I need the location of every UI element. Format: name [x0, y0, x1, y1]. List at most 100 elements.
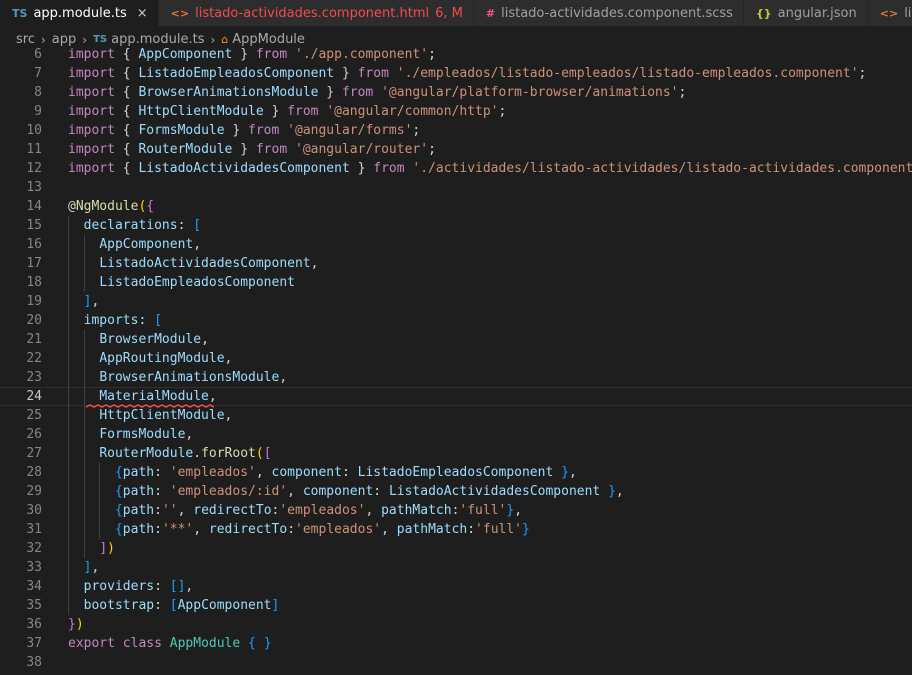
tab-0[interactable]: TS app.module.ts ×: [0, 0, 159, 26]
code-token: from: [248, 123, 288, 138]
code-line: 32 ]): [0, 539, 912, 558]
tab-problem-count: 6, M: [435, 5, 463, 21]
code-token: 'empleados': [279, 503, 366, 518]
code-token: [: [263, 446, 272, 461]
code-token: import: [68, 47, 123, 62]
code-token: ,: [255, 465, 272, 480]
line-number: 21: [26, 332, 42, 347]
line-number: 19: [26, 294, 42, 309]
code-token: bootstrap: [83, 598, 155, 613]
code-token: component: [302, 484, 374, 499]
code-token: HttpClientModule: [138, 104, 264, 119]
tab-3[interactable]: {} angular.json: [743, 0, 868, 26]
code-text: export class AppModule { }: [68, 634, 272, 653]
code-text: import { HttpClientModule } from '@angul…: [68, 102, 506, 121]
code-token: }: [232, 142, 256, 157]
code-token: ;: [858, 66, 867, 81]
code-line: 18 ListadoEmpleadosComponent: [0, 273, 912, 292]
code-token: :: [373, 484, 389, 499]
code-token: path: [122, 465, 155, 480]
code-token: AppComponent: [177, 598, 272, 613]
code-line: 10 import { FormsModule } from '@angular/…: [0, 121, 912, 140]
line-number: 30: [26, 503, 42, 518]
code-token: ,: [514, 503, 523, 518]
line-number: 33: [26, 560, 42, 575]
line-number: 28: [26, 465, 42, 480]
code-token: ,: [201, 332, 209, 347]
code-token: '@angular/forms': [287, 123, 413, 138]
code-token: {: [248, 636, 256, 651]
code-token: '': [161, 503, 178, 518]
code-line: 9 import { HttpClientModule } from '@angu…: [0, 102, 912, 121]
line-number: 25: [26, 408, 42, 423]
code-text: ],: [68, 292, 100, 311]
code-token: {: [146, 199, 155, 214]
code-token: BrowserModule: [99, 332, 202, 347]
code-token: AppComponent: [99, 237, 194, 252]
code-line: 6 import { AppComponent } from './app.com…: [0, 45, 912, 64]
code-line: 12 import { ListadoActividadesComponent }…: [0, 159, 912, 178]
tab-2[interactable]: # listado-actividades.component.scss: [473, 0, 744, 26]
code-token: import: [68, 66, 123, 81]
tab-1[interactable]: <> listado-actividades.component.html 6, M: [158, 0, 474, 26]
code-token: RouterModule: [99, 446, 194, 461]
code-line: 7 import { ListadoEmpleadosComponent } fr…: [0, 64, 912, 83]
line-number: 14: [26, 199, 42, 214]
code-line: 11 import { RouterModule } from '@angular…: [0, 140, 912, 159]
code-token: redirectTo: [193, 503, 272, 518]
code-text: FormsModule,: [68, 425, 193, 444]
code-token: ;: [428, 142, 436, 157]
code-editor[interactable]: 6 import { AppComponent } from './app.com…: [0, 45, 912, 675]
code-token: class: [122, 636, 170, 651]
close-icon[interactable]: ×: [137, 6, 148, 21]
code-token: ]: [271, 598, 280, 613]
code-token: @: [68, 199, 76, 214]
code-token: './empleados/listado-empleados/listado-e…: [396, 66, 859, 81]
code-line: 26 FormsModule,: [0, 425, 912, 444]
line-number: 23: [26, 370, 42, 385]
code-line: 17 ListadoActividadesComponent,: [0, 254, 912, 273]
line-number: 11: [26, 142, 42, 157]
code-text: bootstrap: [AppComponent]: [68, 596, 280, 615]
code-line: 8 import { BrowserAnimationsModule } from…: [0, 83, 912, 102]
line-number: 26: [26, 427, 42, 442]
code-token: {: [114, 484, 123, 499]
typescript-file-icon: TS: [12, 6, 28, 20]
code-token: 'empleados/:id': [169, 484, 288, 499]
line-number: 31: [26, 522, 42, 537]
error-squiggle[interactable]: [86, 403, 214, 409]
code-token: :: [287, 522, 296, 537]
code-token: export: [68, 636, 123, 651]
code-token: :: [154, 598, 170, 613]
code-text: {path:'**', redirectTo:'empleados', path…: [68, 520, 530, 539]
code-token: :: [154, 484, 170, 499]
code-token: :: [177, 218, 194, 233]
code-token: {: [122, 142, 139, 157]
code-token: AppRoutingModule: [99, 351, 225, 366]
code-token: ListadoEmpleadosComponent: [357, 465, 554, 480]
tab-4[interactable]: <> listado-e: [867, 0, 912, 26]
code-token: ListadoActividadesComponent: [138, 161, 350, 176]
code-text: RouterModule.forRoot([: [68, 444, 272, 463]
code-line: 21 BrowserModule,: [0, 330, 912, 349]
html-file-icon: <>: [879, 6, 899, 20]
code-line: 20 imports: [: [0, 311, 912, 330]
line-number: 13: [26, 180, 42, 195]
code-line: 30 {path:'', redirectTo:'empleados', pat…: [0, 501, 912, 520]
code-token: ,: [224, 408, 233, 423]
code-line: 38: [0, 653, 912, 672]
code-line: 16 AppComponent,: [0, 235, 912, 254]
code-token: ;: [498, 104, 507, 119]
code-token: ,: [287, 484, 303, 499]
code-token: from: [255, 142, 295, 157]
code-token: '**': [161, 522, 194, 537]
html-file-icon: <>: [170, 6, 190, 20]
code-token: }: [334, 66, 358, 81]
